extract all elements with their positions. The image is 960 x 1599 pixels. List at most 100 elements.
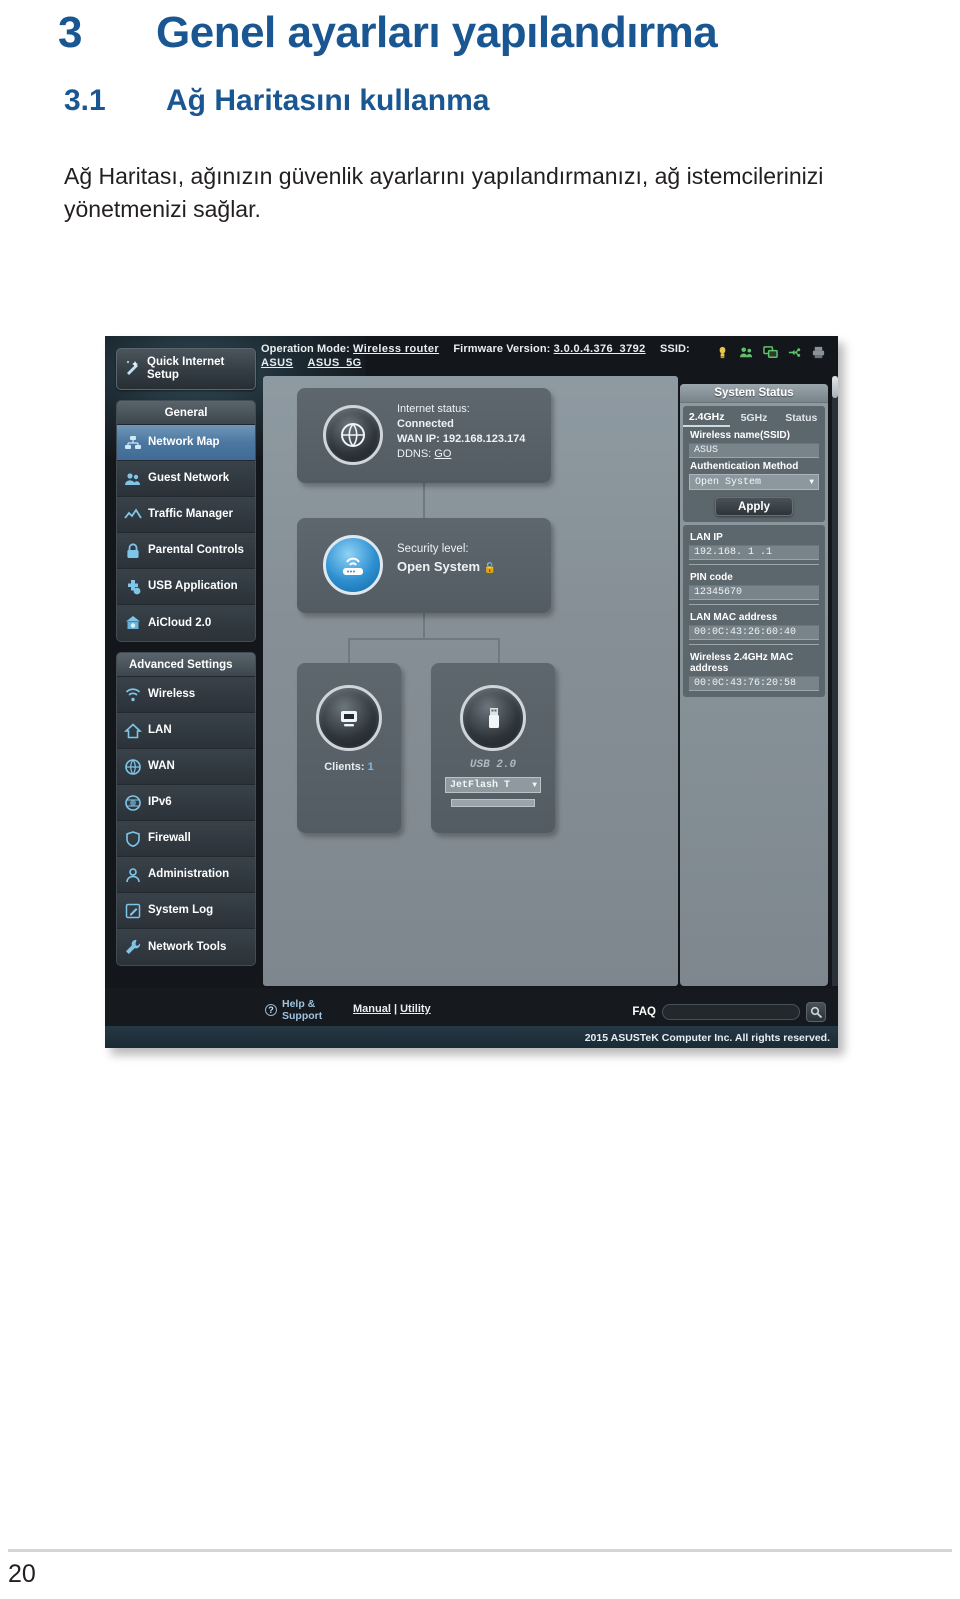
shield-icon xyxy=(124,830,142,848)
sidebar-item-label: Quick Internet Setup xyxy=(147,356,225,381)
sidebar-item-system-log[interactable]: System Log xyxy=(117,893,255,929)
sidebar-item-label: Administration xyxy=(148,868,230,881)
sidebar-item-lan[interactable]: LAN xyxy=(117,713,255,749)
router-sidebar: Quick Internet Setup General Network Map… xyxy=(112,344,260,998)
system-status-panel: System Status 2.4GHz 5GHz Status Wireles… xyxy=(680,384,828,986)
section-body-text: Ağ Haritası, ağınızın güvenlik ayarların… xyxy=(64,163,824,222)
scrollbar-thumb[interactable] xyxy=(832,376,838,398)
divider xyxy=(689,604,819,605)
sidebar-item-firewall[interactable]: Firewall xyxy=(117,821,255,857)
usb-version-label: USB 2.0 xyxy=(469,759,517,771)
globe-icon xyxy=(124,758,142,776)
chapter-number: 3 xyxy=(58,8,82,57)
ssid-label: SSID: xyxy=(659,343,690,355)
users-icon[interactable] xyxy=(739,345,754,360)
monitors-icon[interactable] xyxy=(763,345,778,360)
search-icon[interactable] xyxy=(806,1002,826,1022)
sidebar-item-label: Firewall xyxy=(148,832,191,845)
usb-device-select[interactable]: JetFlash T ▼ xyxy=(445,777,541,793)
divider xyxy=(689,644,819,645)
usb-capacity-bar xyxy=(451,799,535,807)
sidebar-item-quick-internet-setup[interactable]: Quick Internet Setup xyxy=(116,348,256,390)
sidebar-item-ipv6[interactable]: IPv6 xyxy=(117,785,255,821)
question-mark-icon: ? xyxy=(265,1004,277,1016)
help-support-text: Help & Support xyxy=(282,998,323,1022)
usb-icon[interactable] xyxy=(787,345,802,360)
firmware-label: Firmware Version: xyxy=(453,343,551,355)
sidebar-item-usb-application[interactable]: USB Application xyxy=(117,569,255,605)
help-support-link[interactable]: ? Help & Support xyxy=(265,998,322,1022)
sidebar-item-label: Network Tools xyxy=(148,940,227,953)
manual-link[interactable]: Manual xyxy=(353,1003,391,1015)
log-pencil-icon xyxy=(124,902,142,920)
home-icon xyxy=(123,722,143,740)
ssid-value-2[interactable]: ASUS_5G xyxy=(307,357,361,369)
wan-ip-value: WAN IP: 192.168.123.174 xyxy=(397,433,526,445)
ddns-go-link[interactable]: GO xyxy=(434,448,451,460)
connector-line xyxy=(348,638,350,664)
sidebar-group-header-advanced: Advanced Settings xyxy=(117,653,255,677)
unlock-icon: 🔓 xyxy=(483,563,497,574)
printer-icon[interactable] xyxy=(811,345,826,360)
connector-line xyxy=(423,483,425,518)
operation-mode-value[interactable]: Wireless router xyxy=(353,343,439,355)
chevron-down-icon: ▼ xyxy=(532,780,537,790)
sidebar-item-administration[interactable]: Administration xyxy=(117,857,255,893)
band-tabs: 2.4GHz 5GHz Status xyxy=(683,408,825,427)
sidebar-item-wireless[interactable]: Wireless xyxy=(117,677,255,713)
pin-code-value: 12345670 xyxy=(689,585,819,600)
device-info-box: LAN IP 192.168. 1 .1 PIN code 12345670 L… xyxy=(683,525,825,697)
topbar-info: Operation Mode: Wireless router Firmware… xyxy=(261,342,701,370)
tab-status[interactable]: Status xyxy=(778,408,825,427)
user-icon xyxy=(124,866,142,884)
sidebar-item-network-tools[interactable]: Network Tools xyxy=(117,929,255,965)
sidebar-item-network-map[interactable]: Network Map xyxy=(117,425,255,461)
firmware-value[interactable]: 3.0.0.4.376_3792 xyxy=(554,343,646,355)
ssid-field-label: Wireless name(SSID) xyxy=(690,430,790,441)
sidebar-item-label: WAN xyxy=(148,760,175,773)
sidebar-item-guest-network[interactable]: Guest Network xyxy=(117,461,255,497)
usb-drive-orb-icon xyxy=(460,685,526,751)
aicloud-icon xyxy=(124,614,142,632)
tab-2-4ghz[interactable]: 2.4GHz xyxy=(683,408,731,427)
ssid-value-1[interactable]: ASUS xyxy=(261,357,293,369)
ddns-label: DDNS: xyxy=(397,448,432,460)
router-footer: ? Help & Support Manual | Utility FAQ 20… xyxy=(105,988,838,1048)
apply-button[interactable]: Apply xyxy=(715,497,793,516)
sidebar-item-traffic-manager[interactable]: Traffic Manager xyxy=(117,497,255,533)
internet-status-text: Internet status: Connected WAN IP: 192.1… xyxy=(397,402,547,462)
network-map-icon xyxy=(124,434,142,452)
security-level-label: Security level: xyxy=(397,543,469,555)
clients-card[interactable]: Clients: 1 xyxy=(297,663,401,833)
tab-5ghz[interactable]: 5GHz xyxy=(730,408,777,427)
sidebar-item-label: IPv6 xyxy=(148,796,172,809)
scrollbar-track[interactable] xyxy=(832,376,838,986)
sidebar-item-label: USB Application xyxy=(148,580,238,593)
usb-device-name: JetFlash T xyxy=(450,779,511,791)
lamp-icon[interactable] xyxy=(715,345,730,360)
security-level-text: Security level: Open System 🔓 xyxy=(397,542,547,576)
clients-count: 1 xyxy=(367,761,374,773)
sidebar-item-parental-controls[interactable]: Parental Controls xyxy=(117,533,255,569)
security-level-value: Open System 🔓 xyxy=(397,559,497,574)
sidebar-item-label: Parental Controls xyxy=(148,544,244,557)
copyright-text: 2015 ASUSTeK Computer Inc. All rights re… xyxy=(584,1032,830,1044)
ipv6-globe-icon xyxy=(124,794,142,812)
sidebar-item-aicloud[interactable]: AiCloud 2.0 xyxy=(117,605,255,641)
usb-device-card[interactable]: USB 2.0 JetFlash T ▼ xyxy=(431,663,555,833)
auth-method-select[interactable]: Open System ▼ xyxy=(689,474,819,490)
monitor-orb-icon xyxy=(316,685,382,751)
sidebar-item-wan[interactable]: WAN xyxy=(117,749,255,785)
sidebar-item-label: AiCloud 2.0 xyxy=(148,616,212,629)
operation-mode-label: Operation Mode: xyxy=(261,343,350,355)
internet-status-label: Internet status: xyxy=(397,403,470,415)
manual-utility-links: Manual | Utility xyxy=(353,1003,431,1015)
internet-status-card[interactable]: Internet status: Connected WAN IP: 192.1… xyxy=(297,388,551,483)
section-heading: 3.1 Ağ Haritasını kullanma xyxy=(64,84,489,118)
security-level-card[interactable]: Security level: Open System 🔓 xyxy=(297,518,551,613)
utility-link[interactable]: Utility xyxy=(400,1003,431,1015)
faq-search-input[interactable] xyxy=(662,1004,800,1020)
pin-code-label: PIN code xyxy=(690,572,733,583)
ssid-input[interactable]: ASUS xyxy=(689,443,819,458)
network-map-panel: Internet status: Connected WAN IP: 192.1… xyxy=(263,376,678,986)
